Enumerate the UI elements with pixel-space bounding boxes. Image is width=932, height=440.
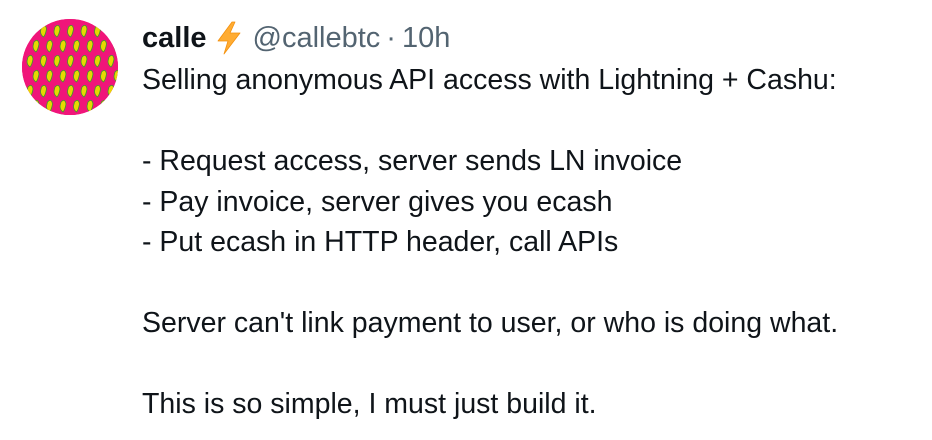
tweet-line: Selling anonymous API access with Lightn… [142, 64, 837, 96]
separator-dot: · [386, 22, 396, 54]
tweet-line: - Request access, server sends LN invoic… [142, 145, 683, 177]
tweet-line: - Put ecash in HTTP header, call APIs [142, 226, 619, 258]
tweet-header: calle @callebtc · 10h [142, 18, 922, 58]
avatar-pattern-icon [22, 19, 118, 115]
tweet-line: This is so simple, I must just build it. [142, 388, 597, 420]
tweet[interactable]: calle @callebtc · 10h Selling anonymous … [0, 0, 932, 440]
user-handle[interactable]: @callebtc [253, 18, 381, 58]
tweet-content: calle @callebtc · 10h Selling anonymous … [142, 18, 922, 425]
tweet-line: Server can't link payment to user, or wh… [142, 307, 839, 339]
timestamp[interactable]: 10h [402, 18, 450, 58]
tweet-line: - Pay invoice, server gives you ecash [142, 185, 613, 218]
display-name[interactable]: calle [142, 18, 207, 58]
avatar[interactable] [22, 19, 118, 115]
tweet-text: Selling anonymous API access with Lightn… [142, 60, 922, 425]
lightning-bolt-icon [215, 21, 243, 55]
